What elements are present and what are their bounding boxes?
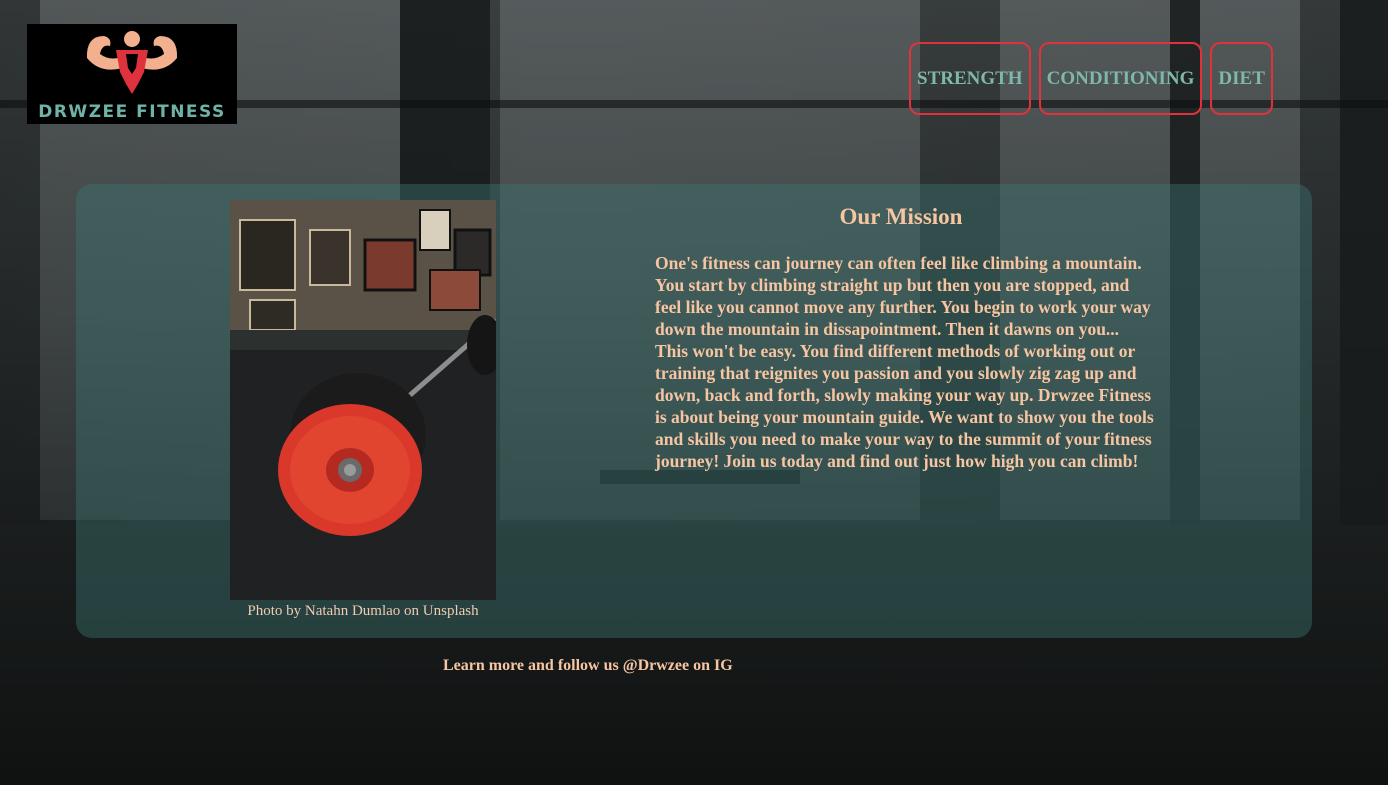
- brand-name: DRWZEE FITNESS: [38, 102, 226, 122]
- mission-text: One's fitness can journey can often feel…: [655, 253, 1154, 471]
- barbell-photo: [230, 200, 496, 600]
- photo-credit: Photo by Natahn Dumlao on Unsplash: [247, 603, 479, 619]
- nav-diet-button[interactable]: DIET: [1210, 42, 1273, 115]
- nav-strength-button[interactable]: STRENGTH: [909, 42, 1031, 115]
- flexing-bodybuilder-icon: [86, 31, 178, 94]
- footer-social-link[interactable]: Learn more and follow us @Drwzee on IG: [443, 657, 733, 675]
- main-nav: STRENGTH CONDITIONING DIET: [909, 42, 1273, 115]
- nav-conditioning-button[interactable]: CONDITIONING: [1038, 42, 1203, 115]
- barbell-plate-image: [230, 200, 496, 600]
- brand-logo[interactable]: DRWZEE FITNESS: [27, 24, 237, 124]
- mission-title: Our Mission: [839, 204, 963, 229]
